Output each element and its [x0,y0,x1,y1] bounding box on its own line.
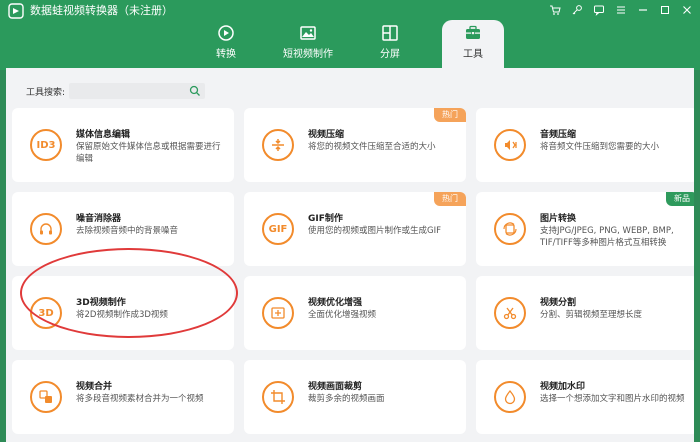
tools-panel: 工具搜索: ID3 媒体信息编辑 保留原始文件媒体信息或根据需要进行编辑 视频压… [6,68,694,442]
tool-search: 工具搜索: [26,83,206,103]
tool-desc: 选择一个想添加文字和图片水印的视频 [540,394,685,404]
toolbox-icon [466,25,480,39]
scissors-icon [494,297,526,329]
tab-short-video[interactable]: 短视频制作 [277,22,339,66]
id3-icon: ID3 [30,129,62,161]
tool-desc: 裁剪多余的视频画面 [308,394,385,404]
tool-title: 媒体信息编辑 [76,130,131,140]
headphone-icon [30,213,62,245]
tool-card-video-watermark[interactable]: 视频加水印 选择一个想添加文字和图片水印的视频 [476,360,694,434]
hot-badge: 热门 [434,192,466,206]
tool-card-3d-video[interactable]: 3D 3D视频制作 将2D视频制作成3D视频 [12,276,234,350]
tool-desc: 全面优化增强视频 [308,310,377,320]
tab-convert[interactable]: 转换 [195,22,257,66]
title-bar: 数据蛙视频转换器（未注册） 转换 短视频制作 分屏 工具 [0,0,700,70]
tool-card-video-compress[interactable]: 视频压缩 将您的视频文件压缩至合适的大小 热门 [244,108,466,182]
tool-card-video-merge[interactable]: 视频合并 将多段音视频素材合并为一个视频 [12,360,234,434]
tool-desc: 使用您的视频或图片制作或生成GIF [308,226,441,236]
icon-text: ID3 [36,139,56,151]
tab-tools[interactable]: 工具 [442,20,504,68]
tab-label: 转换 [216,49,236,60]
tool-card-video-crop[interactable]: 视频画面裁剪 裁剪多余的视频画面 [244,360,466,434]
search-box [69,83,206,103]
tool-title: 视频压缩 [308,130,345,140]
split-screen-icon [382,25,398,41]
tab-split-screen[interactable]: 分屏 [359,22,421,66]
tab-label: 短视频制作 [283,49,333,60]
gif-icon: GIF [262,213,294,245]
tool-title: 3D视频制作 [76,298,126,308]
tool-card-video-enhance[interactable]: 视频优化增强 全面优化增强视频 [244,276,466,350]
image-icon [300,26,316,40]
search-label: 工具搜索: [26,87,66,98]
image-convert-icon [494,213,526,245]
tool-desc: 将2D视频制作成3D视频 [76,310,168,320]
enhance-icon [262,297,294,329]
tool-card-gif-maker[interactable]: GIF GIF制作 使用您的视频或图片制作或生成GIF 热门 [244,192,466,266]
compress-icon [262,129,294,161]
tab-label: 分屏 [380,49,400,60]
tool-title: 视频画面裁剪 [308,382,363,392]
tool-title: 图片转换 [540,214,577,224]
tool-title: 视频优化增强 [308,298,363,308]
tool-title: 视频分割 [540,298,577,308]
tool-desc: 将您的视频文件压缩至合适的大小 [308,142,436,152]
merge-icon [30,381,62,413]
watermark-icon [494,381,526,413]
3d-icon: 3D [30,297,62,329]
tool-desc: 保留原始文件媒体信息或根据需要进行编辑 [76,142,221,164]
tool-desc: 将多段音视频素材合并为一个视频 [76,394,204,404]
icon-text: GIF [268,223,288,235]
convert-icon [218,25,234,41]
tool-card-noise-remover[interactable]: 噪音消除器 去除视频音频中的背景噪音 [12,192,234,266]
icon-text: 3D [38,307,54,319]
tool-title: GIF制作 [308,214,343,224]
crop-icon [262,381,294,413]
search-icon[interactable] [189,85,201,97]
tool-desc: 将音频文件压缩到您需要的大小 [540,142,660,152]
tool-title: 音频压缩 [540,130,577,140]
tool-card-image-convert[interactable]: 图片转换 支持JPG/JPEG, PNG, WEBP, BMP, TIF/TIF… [476,192,694,266]
tool-card-video-split[interactable]: 视频分割 分割、剪辑视频至理想长度 [476,276,694,350]
hot-badge: 热门 [434,108,466,122]
main-tabs: 转换 短视频制作 分屏 工具 [0,0,700,70]
tool-card-audio-compress[interactable]: 音频压缩 将音频文件压缩到您需要的大小 [476,108,694,182]
audio-compress-icon [494,129,526,161]
tool-title: 视频合并 [76,382,113,392]
tool-title: 视频加水印 [540,382,586,392]
search-input[interactable] [69,87,206,103]
tool-desc: 支持JPG/JPEG, PNG, WEBP, BMP, TIF/TIFF等多种图… [540,226,674,248]
tool-title: 噪音消除器 [76,214,122,224]
tool-desc: 去除视频音频中的背景噪音 [76,226,179,236]
new-badge: 新品 [666,192,694,206]
tool-desc: 分割、剪辑视频至理想长度 [540,310,643,320]
tool-card-media-info[interactable]: ID3 媒体信息编辑 保留原始文件媒体信息或根据需要进行编辑 [12,108,234,182]
tab-label: 工具 [463,49,483,60]
